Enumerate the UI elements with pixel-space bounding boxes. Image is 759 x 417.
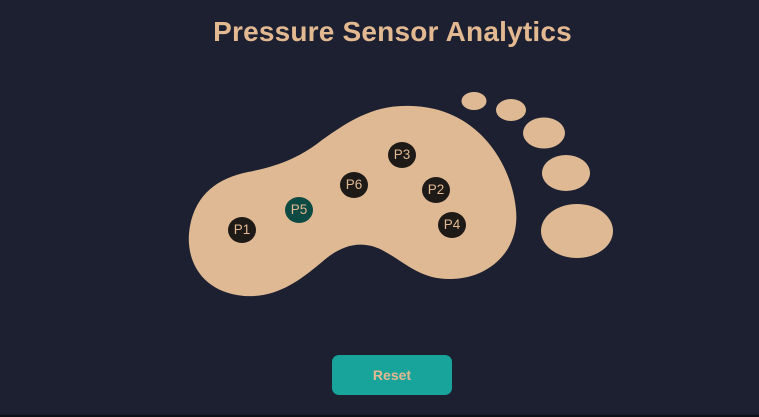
reset-button[interactable]: Reset: [332, 355, 452, 395]
toe-fourth: [496, 99, 526, 121]
sensor-p3[interactable]: P3: [388, 142, 416, 168]
sensor-p2[interactable]: P2: [422, 177, 450, 203]
sensor-p6[interactable]: P6: [340, 172, 368, 198]
toe-third: [523, 117, 565, 149]
toe-second: [542, 155, 590, 191]
sensor-p5[interactable]: P5: [285, 197, 313, 223]
foot-sole: [188, 105, 517, 297]
sensor-p4[interactable]: P4: [438, 212, 466, 238]
toe-big: [541, 204, 613, 258]
sensor-p1[interactable]: P1: [228, 217, 256, 243]
toe-little: [461, 92, 487, 110]
